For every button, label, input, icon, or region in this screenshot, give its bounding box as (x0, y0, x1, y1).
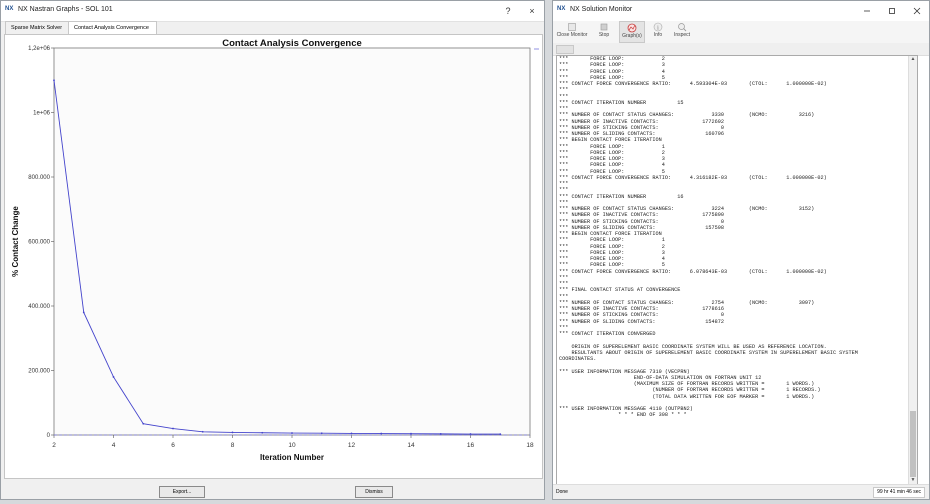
data-point (53, 79, 55, 82)
maximize-button[interactable] (880, 1, 904, 21)
dismiss-button[interactable]: Dismiss (355, 486, 393, 498)
solution-log[interactable]: *** FORCE LOOP: 2 *** FORCE LOOP: 3 *** … (556, 55, 918, 485)
monitor-status-bar: Done 99 hr 41 min 46 sec (553, 484, 929, 499)
y-tick-label: 200.000 (28, 369, 50, 375)
monitor-title-bar[interactable]: NX NX Solution Monitor (553, 1, 929, 22)
nastran-window-title: NX Nastran Graphs - SOL 101 (18, 6, 113, 13)
graphs-label: Graph(s) (622, 33, 642, 39)
data-point (439, 432, 442, 435)
data-point (410, 432, 412, 435)
minimize-button[interactable] (855, 1, 879, 21)
maximize-icon (889, 8, 895, 14)
nx-logo: NX (5, 6, 14, 12)
data-point (142, 422, 145, 425)
data-point (499, 433, 502, 435)
elapsed-time: 99 hr 41 min 46 sec (873, 487, 925, 498)
data-point (320, 432, 323, 435)
y-tick-label: 1,2e+06 (28, 46, 51, 52)
minimize-icon (864, 10, 870, 12)
graphs-button[interactable]: Graph(s) (619, 21, 645, 43)
inspect-label: Inspect (673, 32, 691, 38)
log-vertical-scrollbar[interactable]: ▲ ▼ (908, 56, 917, 484)
data-point (172, 427, 174, 430)
data-point (469, 433, 472, 435)
view-selector[interactable] (556, 45, 574, 54)
monitor-window-title: NX Solution Monitor (570, 6, 633, 13)
y-tick-label: 800.000 (28, 175, 50, 181)
x-tick-label: 12 (348, 442, 356, 449)
x-tick-label: 10 (288, 442, 296, 449)
data-point (380, 432, 383, 435)
close-icon (913, 7, 921, 15)
info-label: Info (653, 32, 663, 38)
chart-title: Contact Analysis Convergence (222, 38, 362, 49)
data-point (261, 431, 264, 434)
close-monitor-label: Close Monitor (556, 32, 588, 38)
graph-icon (627, 23, 637, 33)
scroll-thumb[interactable] (910, 411, 916, 477)
graph-area: 2 4 6 8 10 12 14 16 18 0 200.000 400.000 600.000 800.… (4, 34, 543, 479)
x-tick-label: 18 (526, 442, 534, 449)
y-tick-label: 0 (47, 433, 51, 439)
nastran-graphs-window: NX NX Nastran Graphs - SOL 101 ? × Spars… (0, 0, 545, 500)
x-tick-label: 4 (112, 442, 116, 449)
solution-monitor-window: NX NX Solution Monitor Close Monitor Sto… (552, 0, 930, 500)
x-tick-label: 6 (171, 442, 175, 449)
inspect-button[interactable]: Inspect (671, 21, 693, 43)
inspect-icon (678, 23, 687, 32)
data-point (231, 431, 234, 434)
data-point (112, 376, 115, 378)
tab-contact-analysis-convergence[interactable]: Contact Analysis Convergence (68, 21, 157, 35)
data-point (82, 311, 85, 314)
plot-area (53, 47, 531, 436)
monitor-toolbar: Close Monitor Stop Graph(s) i Info Inspe… (553, 21, 929, 44)
y-tick-label: 400.000 (28, 304, 50, 310)
data-point (350, 432, 353, 435)
x-tick-label: 16 (467, 442, 475, 449)
export-button[interactable]: Export... (159, 486, 205, 498)
stop-label: Stop (598, 32, 610, 38)
stop-icon (600, 23, 608, 31)
y-tick-label: 600.000 (28, 240, 50, 246)
help-button[interactable]: ? (496, 1, 520, 21)
y-tick-label: 1e+06 (33, 111, 51, 117)
close-monitor-icon (568, 23, 576, 31)
info-button[interactable]: i Info (649, 21, 667, 43)
x-tick-label: 8 (231, 442, 235, 449)
x-tick-label: 2 (52, 442, 56, 449)
stop-button[interactable]: Stop (593, 21, 615, 43)
close-monitor-button[interactable]: Close Monitor (555, 21, 589, 43)
info-icon: i (653, 22, 663, 32)
close-button[interactable]: × (520, 1, 544, 21)
data-point (201, 430, 204, 433)
tab-sparse-matrix-solver[interactable]: Sparse Matrix Solver (5, 21, 69, 35)
convergence-chart: 2 4 6 8 10 12 14 16 18 0 200.000 400.000 600.000 800.… (11, 38, 539, 462)
nastran-title-bar[interactable]: NX NX Nastran Graphs - SOL 101 ? × (1, 1, 544, 22)
data-point (291, 432, 293, 434)
nx-logo: NX (557, 6, 566, 12)
y-axis-label: % Contact Change (11, 206, 20, 277)
solution-log-text: *** FORCE LOOP: 2 *** FORCE LOOP: 3 *** … (559, 56, 858, 419)
monitor-close-button[interactable] (905, 1, 929, 21)
x-tick-label: 14 (407, 442, 415, 449)
scroll-up-icon[interactable]: ▲ (909, 56, 917, 63)
scroll-down-icon[interactable]: ▼ (909, 477, 917, 484)
x-axis-label: Iteration Number (260, 453, 324, 462)
status-text: Done (556, 489, 568, 495)
